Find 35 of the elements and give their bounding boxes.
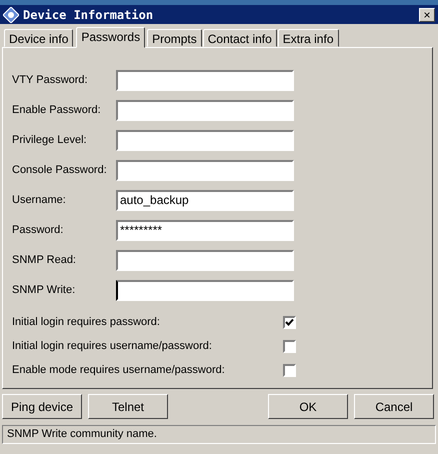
field-label: Username:: [12, 194, 67, 206]
tab[interactable]: Contact info: [202, 29, 277, 47]
checkbox[interactable]: [283, 364, 296, 376]
window-title: Device Information: [23, 8, 154, 22]
diamond-icon: [3, 6, 19, 22]
field-label: Privilege Level:: [12, 134, 88, 146]
dialog-button[interactable]: Telnet: [88, 394, 168, 419]
dialog-button[interactable]: OK: [268, 394, 348, 419]
checkbox-label: Enable mode requires username/password:: [12, 364, 226, 376]
input-field[interactable]: auto_backup: [116, 190, 294, 210]
input-field[interactable]: *********: [116, 220, 294, 240]
input-field[interactable]: [116, 100, 294, 120]
close-button[interactable]: ×: [419, 8, 435, 22]
checkbox-label: Initial login requires password:: [12, 316, 161, 328]
input-field[interactable]: [116, 160, 294, 180]
tab[interactable]: Extra info: [278, 29, 338, 47]
field-label: SNMP Write:: [12, 284, 76, 296]
input-field[interactable]: [116, 280, 294, 300]
tab[interactable]: Prompts: [147, 29, 202, 47]
checkbox[interactable]: [283, 316, 296, 328]
field-label: Enable Password:: [12, 104, 102, 116]
status-bar: SNMP Write community name.: [2, 425, 436, 444]
field-label: Console Password:: [12, 164, 108, 176]
checkbox[interactable]: [283, 340, 296, 352]
dialog-button[interactable]: Ping device: [2, 394, 82, 419]
dialog-button[interactable]: Cancel: [354, 394, 434, 419]
tab[interactable]: Device info: [4, 29, 74, 47]
field-label: SNMP Read:: [12, 254, 77, 266]
checkbox-label: Initial login requires username/password:: [12, 340, 213, 352]
field-label: VTY Password:: [12, 74, 89, 86]
tab[interactable]: Passwords: [76, 27, 146, 48]
input-field[interactable]: [116, 70, 294, 90]
input-field[interactable]: [116, 250, 294, 270]
input-field[interactable]: [116, 130, 294, 150]
field-label: Password:: [12, 224, 64, 236]
